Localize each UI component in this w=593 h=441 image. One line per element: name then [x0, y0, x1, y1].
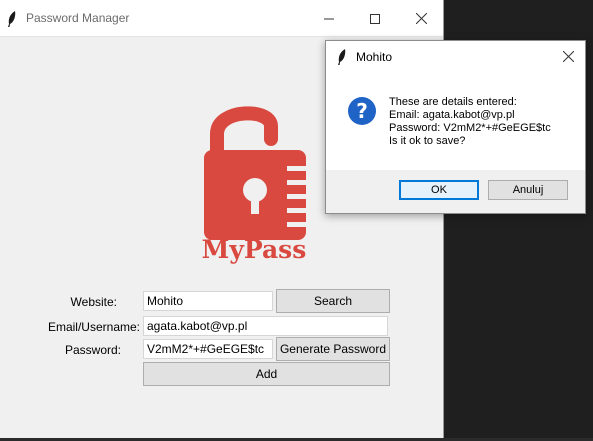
dialog-body: ? These are details entered: Email: agat… [326, 72, 585, 170]
cancel-button[interactable]: Anuluj [488, 180, 568, 200]
website-input[interactable]: Mohito [143, 291, 273, 311]
close-icon [562, 51, 574, 62]
dialog-footer: OK Anuluj [326, 170, 585, 213]
ok-button[interactable]: OK [399, 180, 479, 200]
generate-password-button[interactable]: Generate Password [276, 337, 390, 361]
dialog-message: These are details entered: Email: agata.… [389, 96, 551, 148]
minimize-button[interactable] [306, 0, 352, 37]
feather-icon [338, 49, 346, 65]
window-title: Password Manager [26, 11, 130, 25]
close-icon [415, 13, 427, 24]
dialog-titlebar: Mohito [326, 41, 585, 72]
message-line: Email: agata.kabot@vp.pl [389, 109, 515, 121]
dialog-close-button[interactable] [551, 41, 585, 72]
message-line: These are details entered: [389, 96, 517, 108]
confirm-dialog: Mohito ? These are details entered: Emai… [325, 40, 586, 214]
email-input[interactable]: agata.kabot@vp.pl [143, 316, 388, 336]
password-label: Password: [64, 343, 121, 357]
maximize-button[interactable] [352, 0, 398, 37]
logo-text: MyPass [202, 235, 307, 264]
feather-icon [8, 11, 16, 27]
main-titlebar: Password Manager [0, 0, 443, 37]
add-button[interactable]: Add [143, 362, 390, 386]
close-button[interactable] [398, 0, 444, 37]
message-line: Password: V2mM2*+#GeEGE$tc [389, 122, 551, 134]
message-line: Is it ok to save? [389, 135, 466, 147]
mypass-logo: MyPass [202, 106, 307, 264]
search-button[interactable]: Search [276, 289, 390, 313]
password-input[interactable]: V2mM2*+#GeEGE$tc [143, 339, 273, 359]
email-label: Email/Username: [47, 320, 140, 334]
website-label: Website: [70, 295, 117, 309]
maximize-icon [370, 13, 380, 24]
minimize-icon [324, 18, 334, 19]
question-icon: ? [348, 97, 376, 125]
dialog-title: Mohito [356, 50, 393, 64]
